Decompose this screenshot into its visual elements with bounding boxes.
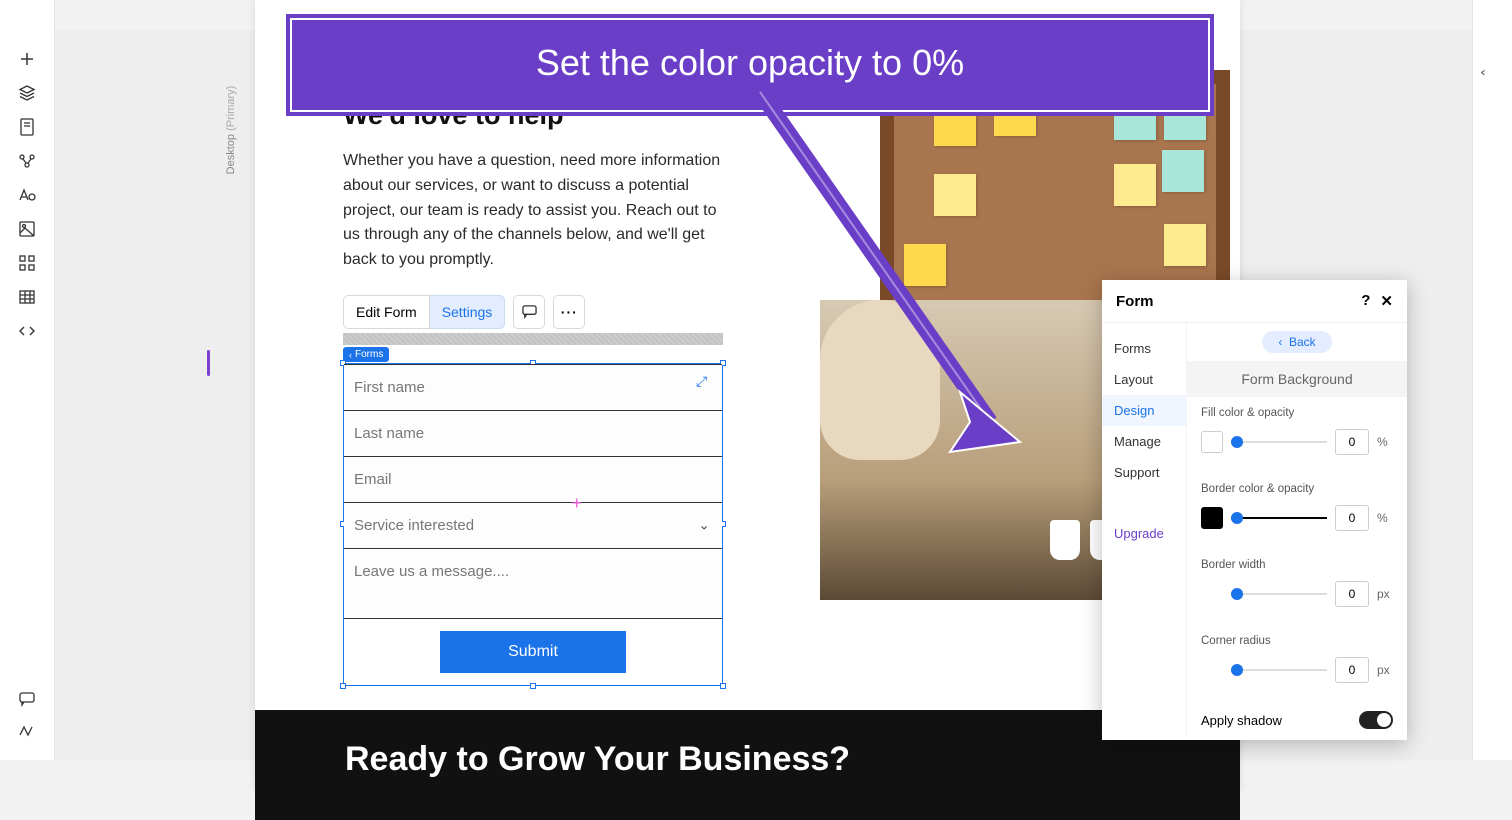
shadow-toggle[interactable] [1359,711,1393,729]
element-chip[interactable]: ‹Forms [343,347,389,362]
connections-icon[interactable] [18,152,36,170]
border-unit: % [1377,511,1393,525]
radius-value-input[interactable]: 0 [1335,657,1369,683]
submit-row: Submit [344,619,722,685]
chevron-down-icon: ⌄ [698,517,710,534]
radius-label: Corner radius [1201,635,1393,647]
radius-unit: px [1377,663,1393,677]
image-icon[interactable] [18,220,36,238]
left-toolbar [0,0,55,760]
submit-button[interactable]: Submit [440,631,626,673]
obscured-region [343,333,723,345]
nav-support[interactable]: Support [1102,457,1186,488]
last-name-field[interactable]: Last name [344,411,722,457]
nav-manage[interactable]: Manage [1102,426,1186,457]
add-field-icon[interactable]: + [571,493,582,514]
close-icon[interactable]: ✕ [1380,292,1393,310]
form-element-selected[interactable]: First name ⤢ Last name Email + Service i… [343,363,723,686]
device-label: Desktop (Primary) [225,86,237,175]
comment-icon[interactable] [18,690,36,708]
panel-nav: Forms Layout Design Manage Support Upgra… [1102,323,1187,738]
nav-forms[interactable]: Forms [1102,333,1186,364]
right-rail: ‹ [1472,0,1512,760]
instruction-banner: Set the color opacity to 0% [290,18,1210,112]
fill-label: Fill color & opacity [1201,407,1393,419]
page-canvas: Desktop (Primary) We'd love to help Whet… [255,0,1240,790]
border-label: Border color & opacity [1201,483,1393,495]
back-button[interactable]: ‹ Back [1262,331,1331,353]
border-swatch[interactable] [1201,507,1223,529]
section-paragraph: Whether you have a question, need more i… [343,149,733,273]
help-icon[interactable] [18,722,36,740]
more-button[interactable]: ··· [553,295,585,329]
border-value-input[interactable]: 0 [1335,505,1369,531]
width-value-input[interactable]: 0 [1335,581,1369,607]
border-slider[interactable] [1231,517,1327,519]
first-name-field[interactable]: First name ⤢ [344,364,722,411]
fill-value-input[interactable]: 0 [1335,429,1369,455]
help-icon[interactable]: ? [1361,292,1370,310]
fill-unit: % [1377,435,1393,449]
shadow-label: Apply shadow [1201,713,1282,728]
page-icon[interactable] [18,118,36,136]
footer-cta: Ready to Grow Your Business? [255,710,1240,820]
comment-button[interactable] [513,295,545,329]
width-unit: px [1377,587,1393,601]
radius-slider[interactable] [1231,669,1327,671]
nav-upgrade[interactable]: Upgrade [1102,518,1186,549]
fill-swatch[interactable] [1201,431,1223,453]
guide-marker-left [207,350,210,376]
panel-title: Form [1116,293,1154,310]
settings-button[interactable]: Settings [430,295,506,329]
grid-icon[interactable] [18,254,36,272]
width-slider[interactable] [1231,593,1327,595]
width-label: Border width [1201,559,1393,571]
email-field[interactable]: Email [344,457,722,503]
section-title: Form Background [1187,361,1407,397]
collapse-icon[interactable]: ‹ [1480,65,1486,79]
nav-layout[interactable]: Layout [1102,364,1186,395]
service-field[interactable]: + Service interested ⌄ [344,503,722,549]
typography-icon[interactable] [18,186,36,204]
form-settings-panel: Form ? ✕ Forms Layout Design Manage Supp… [1102,280,1407,740]
fill-slider[interactable] [1231,441,1327,443]
element-toolbar: Edit Form Settings ··· [343,295,1170,329]
nav-design[interactable]: Design [1102,395,1186,426]
table-icon[interactable] [18,288,36,306]
add-icon[interactable] [18,50,36,68]
message-field[interactable]: Leave us a message.... [344,549,722,619]
layers-icon[interactable] [18,84,36,102]
code-icon[interactable] [18,322,36,340]
expand-icon[interactable]: ⤢ [696,373,714,391]
edit-form-button[interactable]: Edit Form [343,295,430,329]
